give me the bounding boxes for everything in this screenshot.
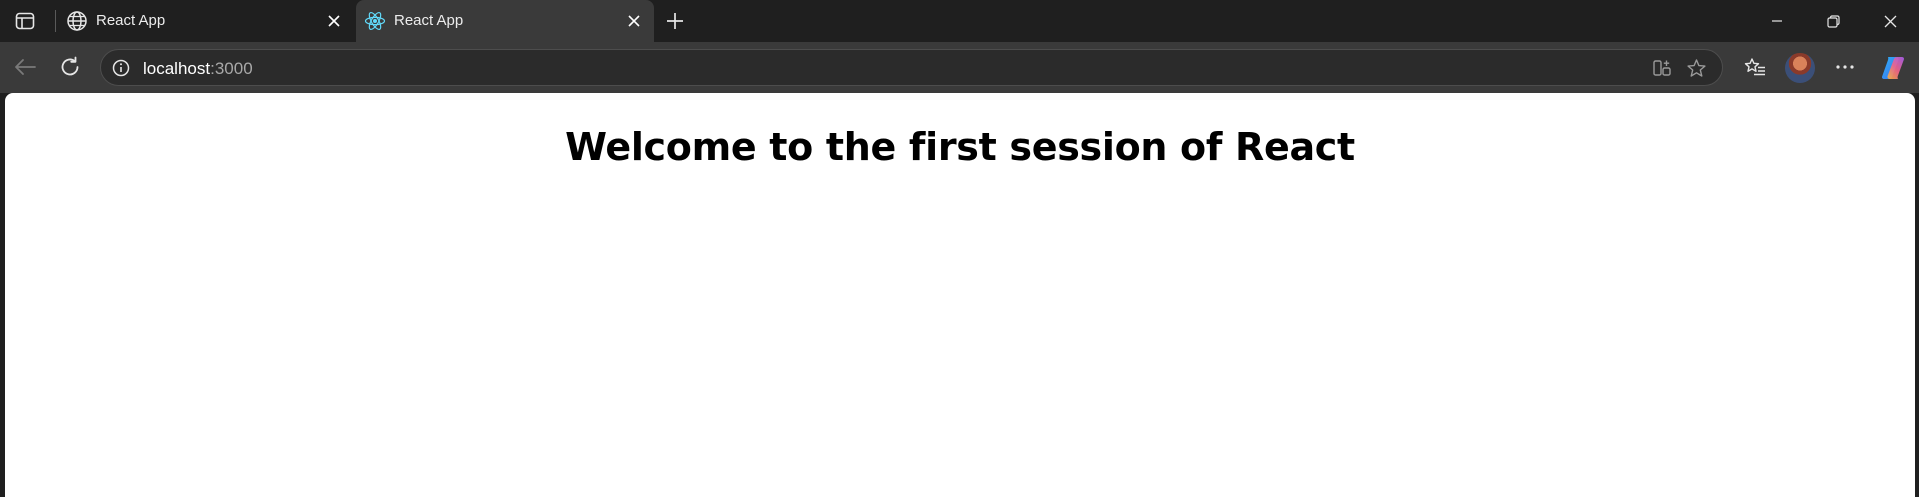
url-host: localhost bbox=[143, 59, 211, 78]
reload-icon bbox=[61, 56, 79, 76]
minimize-button[interactable] bbox=[1748, 0, 1805, 42]
url-text[interactable]: localhost:3000 bbox=[143, 59, 253, 79]
split-screen-button[interactable] bbox=[1651, 57, 1673, 79]
more-button[interactable] bbox=[1828, 50, 1862, 84]
back-button[interactable] bbox=[8, 50, 42, 84]
new-tab-button[interactable] bbox=[662, 8, 688, 34]
info-icon[interactable] bbox=[111, 58, 131, 78]
sidebar-panel-icon bbox=[15, 12, 35, 30]
close-tab-button[interactable] bbox=[324, 11, 344, 31]
favorites-icon bbox=[1744, 58, 1765, 76]
tab-strip: React App React App bbox=[0, 0, 1919, 42]
restore-icon bbox=[1827, 14, 1840, 28]
plus-icon bbox=[667, 13, 683, 29]
close-icon bbox=[628, 15, 640, 27]
tab-actions-button[interactable] bbox=[10, 8, 40, 34]
tab-title: React App bbox=[96, 12, 166, 29]
reload-button[interactable] bbox=[53, 50, 87, 84]
close-tab-button[interactable] bbox=[624, 11, 644, 31]
tab-title: React App bbox=[394, 12, 464, 29]
tab-react-app-2[interactable]: React App bbox=[356, 0, 654, 42]
add-to-split-icon bbox=[1653, 60, 1671, 76]
favorites-button[interactable] bbox=[1738, 50, 1772, 84]
close-icon bbox=[328, 15, 340, 27]
minimize-icon bbox=[1771, 20, 1782, 22]
copilot-icon[interactable] bbox=[1879, 54, 1907, 82]
star-icon bbox=[1686, 58, 1706, 77]
url-port: :3000 bbox=[210, 59, 253, 78]
tab-divider bbox=[55, 10, 56, 32]
close-icon bbox=[1884, 15, 1897, 27]
page-viewport: Welcome to the first session of React bbox=[5, 93, 1915, 497]
address-bar[interactable]: localhost:3000 bbox=[100, 49, 1723, 86]
restore-button[interactable] bbox=[1805, 0, 1862, 42]
profile-avatar[interactable] bbox=[1785, 53, 1815, 83]
react-logo-icon bbox=[364, 11, 386, 31]
page-heading: Welcome to the first session of React bbox=[565, 125, 1355, 169]
favorite-star-button[interactable] bbox=[1685, 57, 1707, 79]
back-arrow-icon bbox=[15, 59, 36, 75]
globe-icon bbox=[67, 11, 87, 31]
window-close-button[interactable] bbox=[1862, 0, 1919, 42]
tab-react-app-1[interactable]: React App bbox=[58, 0, 354, 42]
browser-toolbar: localhost:3000 bbox=[0, 42, 1919, 93]
more-icon bbox=[1836, 65, 1854, 69]
